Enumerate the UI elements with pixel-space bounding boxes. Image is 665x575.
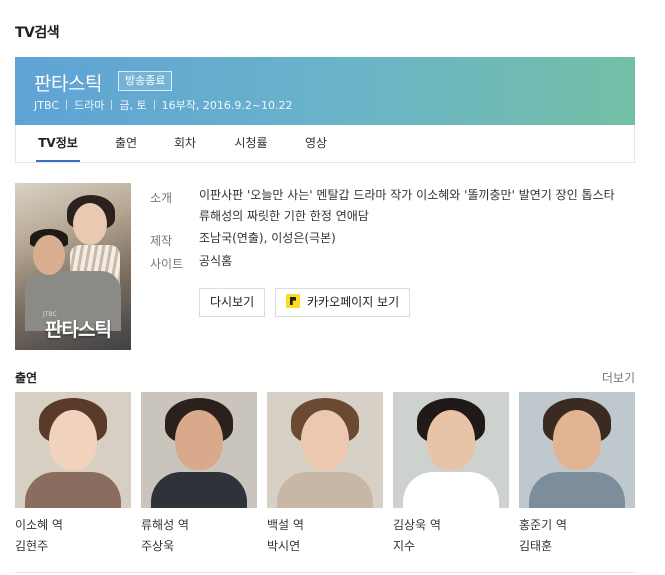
cast-card[interactable]: 백설 역 박시연 [267, 392, 383, 554]
tab-tv-info[interactable]: TV정보 [36, 125, 80, 162]
cast-photo[interactable] [15, 392, 131, 508]
cast-face [175, 410, 223, 470]
writer-link[interactable]: 이성은 [271, 231, 304, 245]
cast-actor-link[interactable]: 김태훈 [519, 537, 635, 554]
meta-episodes: 16부작, 2016.9.2~10.22 [161, 99, 293, 112]
cast-face [427, 410, 475, 470]
divider [153, 100, 155, 110]
cast-photo[interactable] [519, 392, 635, 508]
cast-body [25, 472, 121, 508]
staff-label: 제작 [150, 234, 173, 248]
cast-body [277, 472, 373, 508]
cast-actor-link[interactable]: 주상욱 [141, 537, 257, 554]
poster-figure [73, 203, 107, 245]
kakao-page-label: 카카오페이지 보기 [307, 295, 400, 309]
tab-video[interactable]: 영상 [303, 125, 329, 162]
cast-actor-link[interactable]: 지수 [393, 537, 509, 554]
cast-card[interactable]: 김상욱 역 지수 [393, 392, 509, 554]
cast-role: 백설 역 [267, 518, 304, 532]
poster-figure [33, 235, 65, 275]
cast-card[interactable]: 이소혜 역 김현주 [15, 392, 131, 554]
cast-role: 류해성 역 [141, 518, 189, 532]
program-meta: JTBC 드라마 금, 토 16부작, 2016.9.2~10.22 [34, 97, 293, 113]
official-site-link[interactable]: 공식홈 [199, 254, 232, 268]
staff-value: 조남국(연출), 이성은(극본) [199, 228, 336, 249]
program-poster[interactable]: JTBC 판타스틱 [15, 183, 131, 350]
intro-label: 소개 [150, 191, 173, 205]
program-title[interactable]: 판타스틱 [34, 69, 102, 96]
cast-face [49, 410, 97, 470]
cast-face [301, 410, 349, 470]
site-label: 사이트 [150, 257, 184, 271]
site-value: 공식홈 [199, 251, 232, 272]
cast-photo[interactable] [393, 392, 509, 508]
more-link[interactable]: 더보기 [602, 369, 635, 386]
cast-card[interactable]: 류해성 역 주상욱 [141, 392, 257, 554]
writer-role: (극본) [304, 231, 336, 245]
cast-body [151, 472, 247, 508]
cast-body [403, 472, 499, 508]
divider [66, 100, 67, 110]
cast-photo[interactable] [141, 392, 257, 508]
cast-role: 이소혜 역 [15, 518, 63, 532]
cast-actor-link[interactable]: 김현주 [15, 537, 131, 554]
section-title: TV검색 [15, 25, 60, 41]
director-link[interactable]: 조남국 [199, 231, 232, 245]
poster-title: 판타스틱 [45, 319, 112, 341]
cast-actor-link[interactable]: 박시연 [267, 537, 383, 554]
tab-cast[interactable]: 출연 [113, 125, 139, 162]
director-role: (연출) [232, 231, 264, 245]
cast-photo[interactable] [267, 392, 383, 508]
meta-channel: JTBC [34, 99, 59, 112]
cast-body [529, 472, 625, 508]
tab-ratings[interactable]: 시청률 [232, 125, 270, 162]
divider [15, 572, 635, 573]
staff-separator: , [263, 231, 268, 245]
replay-button[interactable]: 다시보기 [199, 288, 266, 317]
cast-face [553, 410, 601, 470]
program-tabs: TV정보 출연 회차 시청률 영상 [15, 125, 635, 163]
intro-text: 이판사판 '오늘만 사는' 멘탈갑 드라마 작가 이소혜와 '똘끼충만' 발연기… [199, 188, 615, 223]
divider [111, 100, 113, 110]
meta-genre: 드라마 [74, 99, 105, 112]
cast-section-title: 출연 [15, 371, 38, 385]
cast-role: 홍준기 역 [519, 518, 567, 532]
program-banner: 판타스틱 방송종료 JTBC 드라마 금, 토 16부작, 2016.9.2~10.2… [15, 57, 635, 125]
cast-role: 김상욱 역 [393, 518, 441, 532]
status-badge: 방송종료 [118, 71, 173, 91]
kakao-page-icon [286, 294, 300, 308]
meta-days: 금, 토 [119, 99, 147, 112]
kakao-page-button[interactable]: 카카오페이지 보기 [275, 288, 411, 317]
cast-card[interactable]: 홍준기 역 김태훈 [519, 392, 635, 554]
tab-episodes[interactable]: 회차 [172, 125, 198, 162]
